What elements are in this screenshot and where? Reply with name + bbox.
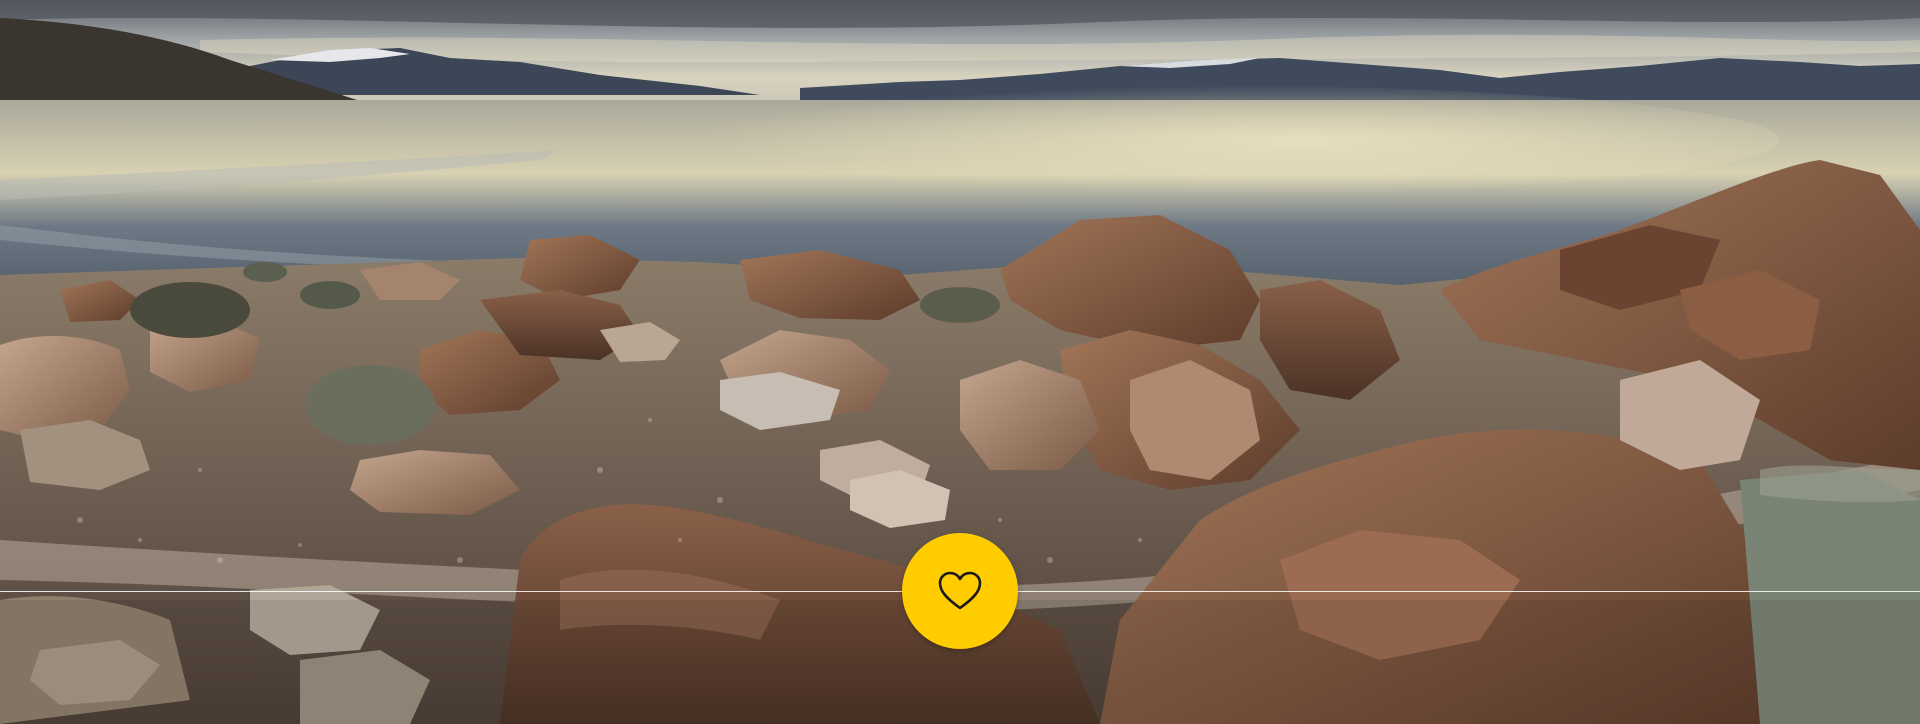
favorite-button[interactable] (902, 533, 1018, 649)
heart-outline-icon (938, 571, 982, 610)
hero-banner (0, 0, 1920, 724)
